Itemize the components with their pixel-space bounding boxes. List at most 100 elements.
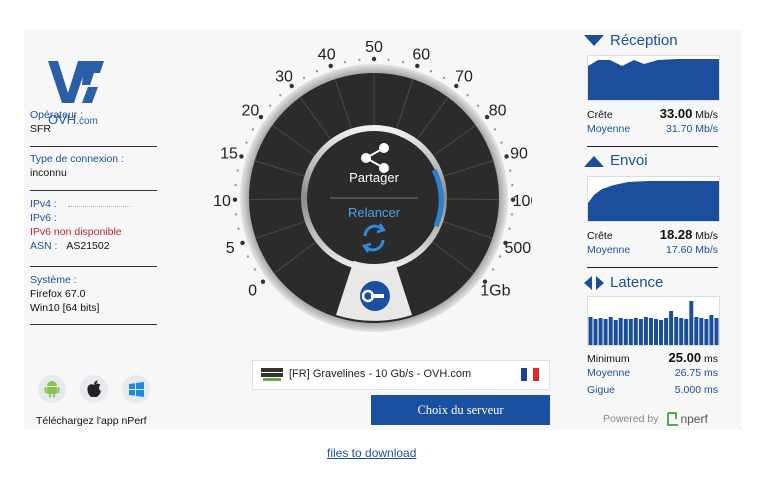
reception-graph bbox=[587, 55, 720, 101]
ipv4-masked bbox=[67, 201, 130, 208]
latency-title: Latence bbox=[584, 274, 663, 291]
gauge-tick-dot bbox=[258, 114, 264, 120]
reception-peak-value: 33.00 bbox=[659, 106, 693, 121]
connection-label: Type de connexion : bbox=[30, 153, 124, 165]
gauge-tick-dot bbox=[328, 63, 333, 69]
gauge-minor-dot bbox=[236, 169, 239, 172]
latency-bar bbox=[694, 317, 699, 345]
gauge-minor-dot bbox=[245, 141, 248, 144]
powered-by[interactable]: Powered by nperf bbox=[603, 411, 708, 427]
reception-title: Réception bbox=[584, 32, 678, 49]
apple-icon bbox=[87, 380, 101, 398]
gauge-tick-label: 20 bbox=[242, 103, 260, 120]
gauge-minor-dot bbox=[429, 70, 433, 73]
asn-value: AS21502 bbox=[66, 240, 110, 252]
gauge-minor-dot bbox=[279, 94, 282, 97]
gauge-tick-label: 15 bbox=[220, 146, 238, 163]
divider bbox=[587, 146, 718, 147]
latency-bar bbox=[684, 319, 689, 345]
gauge-tick-label: 100 bbox=[513, 193, 532, 210]
gauge-minor-dot bbox=[268, 104, 272, 107]
gauge-tick-label: 80 bbox=[489, 103, 507, 120]
system-label: Système : bbox=[30, 274, 77, 286]
gauge-tick-label: 30 bbox=[275, 69, 293, 86]
windows-app-icon[interactable] bbox=[122, 375, 150, 403]
files-download-link[interactable]: files to download bbox=[327, 446, 416, 460]
latency-jitter-row: Gigue 5.000 ms bbox=[587, 384, 718, 396]
gauge-tick-label: 70 bbox=[455, 69, 473, 86]
gauge-tick-label: 5 bbox=[226, 240, 235, 257]
gauge-minor-dot bbox=[234, 213, 238, 216]
reception-peak-row: Crête 33.00 Mb/s bbox=[587, 106, 718, 121]
gauge-minor-dot bbox=[246, 255, 250, 258]
gauge-tick-dot bbox=[454, 83, 459, 89]
connection-block: Type de connexion : inconnu bbox=[30, 152, 158, 180]
latency-bar bbox=[689, 301, 694, 345]
upload-peak-value: 18.28 bbox=[659, 227, 693, 242]
server-selector[interactable]: [FR] Gravelines - 10 Gb/s - OVH.com bbox=[252, 360, 550, 390]
latency-bar bbox=[613, 320, 618, 345]
connection-value: inconnu bbox=[30, 167, 67, 179]
gauge-tick-dot bbox=[371, 56, 377, 62]
asn-row: ASN : AS21502 bbox=[30, 239, 158, 253]
download-arrow-icon bbox=[584, 34, 604, 46]
ipv6-value: IPv6 non disponible bbox=[30, 226, 122, 238]
gauge-sector-line bbox=[445, 198, 500, 201]
reception-avg-row: Moyenne 31.70 Mb/s bbox=[587, 123, 718, 135]
ipv4-row: IPv4 : bbox=[30, 197, 158, 211]
gauge-tick-dot bbox=[510, 197, 516, 202]
latency-bar bbox=[618, 318, 623, 345]
latency-avg-row: Moyenne 26.75 ms bbox=[587, 367, 718, 379]
asn-label: ASN : bbox=[30, 240, 58, 252]
divider bbox=[30, 146, 157, 147]
latency-bar bbox=[608, 317, 613, 345]
settings-button[interactable] bbox=[360, 281, 390, 311]
gauge-tick-label: 60 bbox=[412, 47, 430, 64]
upload-area-chart bbox=[588, 181, 719, 221]
latency-bar bbox=[633, 318, 638, 345]
gauge-tick-label: 90 bbox=[510, 146, 528, 163]
upload-avg-row: Moyenne 17.60 Mb/s bbox=[587, 244, 718, 256]
latency-bar bbox=[654, 319, 658, 345]
gauge-tick-dot bbox=[415, 63, 420, 69]
latency-min-row: Minimum 25.00 ms bbox=[587, 350, 718, 365]
choose-server-button[interactable]: Choix du serveur bbox=[371, 395, 550, 425]
gauge-tick-label: 50 bbox=[365, 40, 383, 56]
gauge-tick-label: 1Gb bbox=[480, 283, 510, 300]
gauge-minor-dot bbox=[401, 60, 405, 64]
latency-bar bbox=[598, 318, 603, 345]
gauge-tick-dot bbox=[232, 197, 238, 202]
info-column: OVH.com Opérateur : SFR Type de connexio… bbox=[24, 30, 164, 430]
ipv6-label: IPv6 : bbox=[30, 212, 57, 224]
latency-bar bbox=[588, 317, 593, 345]
nperf-logo-icon bbox=[667, 412, 679, 426]
gauge-minor-dot bbox=[302, 76, 306, 80]
system-browser: Firefox 67.0 bbox=[30, 288, 86, 300]
gauge-minor-dot bbox=[253, 268, 256, 271]
latency-bar bbox=[659, 320, 663, 345]
latency-bar bbox=[623, 319, 628, 345]
gauge-tick-label: 10 bbox=[213, 193, 231, 210]
latency-bar bbox=[628, 319, 633, 345]
speed-gauge: Partager Relancer 0 5 10 15 20 30 40 50 60 70 80 90… bbox=[213, 40, 532, 332]
system-block: Système : Firefox 67.0 Win10 [64 bits] bbox=[30, 273, 158, 315]
latency-bar bbox=[649, 318, 653, 345]
server-name: [FR] Gravelines - 10 Gb/s - OVH.com bbox=[289, 368, 472, 380]
ios-app-icon[interactable] bbox=[80, 375, 108, 403]
app-store-icons bbox=[38, 375, 158, 407]
upload-arrow-icon bbox=[584, 155, 604, 167]
latency-bar bbox=[714, 318, 719, 345]
latency-graph bbox=[587, 296, 720, 346]
gauge-minor-dot bbox=[509, 169, 512, 172]
ip-block: IPv4 : IPv6 : IPv6 non disponible ASN : … bbox=[30, 197, 158, 253]
gauge-tick-dot bbox=[503, 240, 508, 246]
gauge-tick-dot bbox=[260, 279, 266, 284]
android-app-icon[interactable] bbox=[38, 375, 66, 403]
divider bbox=[30, 266, 157, 267]
latency-arrows-icon bbox=[584, 275, 604, 290]
gauge-minor-dot bbox=[492, 268, 495, 271]
gauge-minor-dot bbox=[343, 60, 347, 64]
gauge-minor-dot bbox=[442, 76, 446, 80]
latency-bar bbox=[709, 315, 714, 345]
latency-bar bbox=[704, 319, 709, 345]
